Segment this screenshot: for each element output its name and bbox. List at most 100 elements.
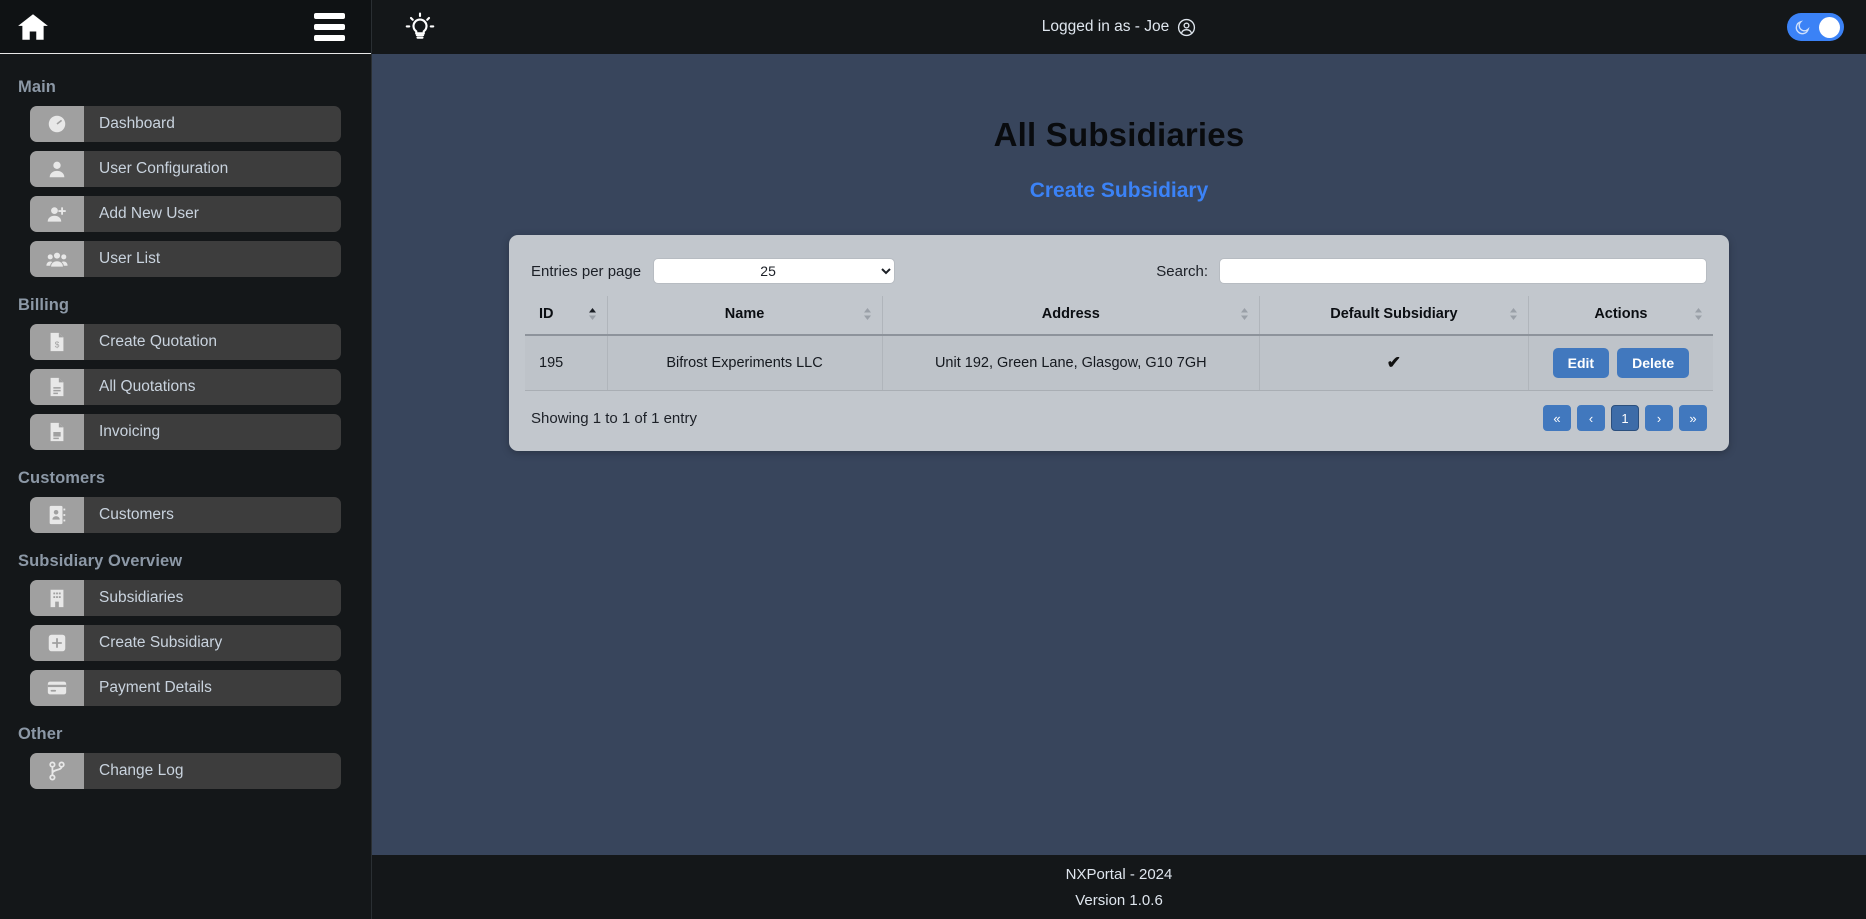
sidebar-item-customers[interactable]: Customers [30,497,341,533]
delete-button[interactable]: Delete [1617,348,1690,378]
nav-group-title-main: Main [18,78,56,96]
entries-per-page-select[interactable]: 25 [653,258,896,284]
pagination-next-button[interactable]: › [1645,405,1673,431]
sidebar-item-user-list[interactable]: User List [30,241,341,277]
sidebar-item-create-quotation[interactable]: $ Create Quotation [30,324,341,360]
footer-copyright: NXPortal - 2024 [1065,865,1173,883]
top-bar: Logged in as - Joe [372,0,1866,54]
invoice-icon [30,414,84,450]
user-circle-icon [1177,18,1196,37]
sidebar-item-label: Subsidiaries [99,589,184,606]
showing-entries-text: Showing 1 to 1 of 1 entry [531,409,697,427]
logged-in-text: Logged in as - Joe [1041,18,1170,35]
sidebar-item-label: Create Quotation [99,333,218,350]
sidebar-item-label: Add New User [99,205,199,222]
cell-default-subsidiary: ✔ [1259,335,1529,391]
search-control: Search: [1156,258,1707,284]
hamburger-menu-icon[interactable] [310,9,349,45]
cell-actions: Edit Delete [1528,335,1713,391]
pagination-first-button[interactable]: « [1543,405,1571,431]
svg-text:$: $ [55,341,60,350]
sidebar-item-create-subsidiary[interactable]: Create Subsidiary [30,625,341,661]
sidebar-item-user-configuration[interactable]: User Configuration [30,151,341,187]
sidebar-item-invoicing[interactable]: Invoicing [30,414,341,450]
footer-version: Version 1.0.6 [1075,891,1163,909]
theme-toggle[interactable] [1787,13,1844,41]
sidebar-item-label: All Quotations [99,378,196,395]
toggle-knob [1819,16,1840,38]
entries-per-page-control: Entries per page 25 [531,258,896,284]
plus-square-icon [30,625,84,661]
pagination-page-1-button[interactable]: 1 [1611,405,1639,431]
sidebar-header [0,0,371,54]
credit-card-icon [30,670,84,706]
search-input[interactable] [1219,258,1707,284]
code-branch-icon [30,753,84,789]
nav-group-title-subsidiary-overview: Subsidiary Overview [18,552,183,570]
edit-button[interactable]: Edit [1552,348,1610,378]
building-icon [30,580,84,616]
column-header-actions[interactable]: Actions [1528,296,1713,336]
check-icon: ✔ [1386,353,1402,372]
table-body: 195 Bifrost Experiments LLC Unit 192, Gr… [525,335,1713,391]
sort-indicator-icon [1240,307,1249,320]
table-row: 195 Bifrost Experiments LLC Unit 192, Gr… [525,335,1713,391]
sidebar-item-label: Change Log [99,762,184,779]
sort-indicator-icon [588,307,597,320]
sidebar-item-label: User Configuration [99,160,229,177]
column-label: ID [539,306,554,322]
users-group-icon [30,241,84,277]
cell-address: Unit 192, Green Lane, Glasgow, G10 7GH [882,335,1261,391]
sidebar: Main Dashboard User Configuration Add Ne… [0,0,372,919]
column-label: Actions [1594,306,1648,322]
content-area: All Subsidiaries Create Subsidiary Entri… [372,54,1866,855]
entries-per-page-label: Entries per page [531,262,642,280]
sidebar-item-label: Dashboard [99,115,175,132]
moon-icon [1794,19,1811,36]
sidebar-item-change-log[interactable]: Change Log [30,753,341,789]
column-header-default-subsidiary[interactable]: Default Subsidiary [1259,296,1529,336]
sidebar-item-label: Payment Details [99,679,212,696]
sidebar-item-subsidiaries[interactable]: Subsidiaries [30,580,341,616]
pagination: « ‹ 1 › » [1543,405,1707,431]
sidebar-item-label: User List [99,250,161,267]
row-actions: Edit Delete [1543,348,1699,378]
gauge-icon [30,106,84,142]
logged-in-status: Logged in as - Joe [372,18,1866,37]
sidebar-item-dashboard[interactable]: Dashboard [30,106,341,142]
sidebar-item-add-new-user[interactable]: Add New User [30,196,341,232]
column-label: Address [1041,306,1100,322]
sidebar-item-payment-details[interactable]: Payment Details [30,670,341,706]
sidebar-item-label: Customers [99,506,174,523]
sidebar-nav: Main Dashboard User Configuration Add Ne… [0,54,371,919]
table-footer: Showing 1 to 1 of 1 entry « ‹ 1 › » [525,391,1713,433]
user-icon [30,151,84,187]
home-icon[interactable] [14,8,52,46]
column-header-id[interactable]: ID [525,296,608,336]
nav-group-title-other: Other [18,725,63,743]
column-header-address[interactable]: Address [882,296,1261,336]
sidebar-item-all-quotations[interactable]: All Quotations [30,369,341,405]
column-label: Name [724,306,765,322]
cell-id: 195 [525,335,608,391]
subsidiaries-table: ID Name Address Default Subsidiary Actio… [525,296,1713,391]
lightbulb-icon[interactable] [400,7,440,47]
cell-name: Bifrost Experiments LLC [607,335,883,391]
sort-indicator-icon [863,307,872,320]
sidebar-item-label: Create Subsidiary [99,634,223,651]
sort-indicator-icon [1509,307,1518,320]
main-area: Logged in as - Joe All Subsidiaries Crea… [372,0,1866,919]
user-plus-icon [30,196,84,232]
table-head: ID Name Address Default Subsidiary Actio… [525,296,1713,336]
address-book-icon [30,497,84,533]
column-header-name[interactable]: Name [607,296,883,336]
sidebar-item-label: Invoicing [99,423,161,440]
table-controls: Entries per page 25 Search: [525,255,1713,296]
page-footer: NXPortal - 2024 Version 1.0.6 [372,855,1866,919]
pagination-prev-button[interactable]: ‹ [1577,405,1605,431]
document-lines-icon [30,369,84,405]
pagination-last-button[interactable]: » [1679,405,1707,431]
document-dollar-icon: $ [30,324,84,360]
create-subsidiary-link[interactable]: Create Subsidiary [1030,179,1209,203]
column-label: Default Subsidiary [1330,306,1458,322]
